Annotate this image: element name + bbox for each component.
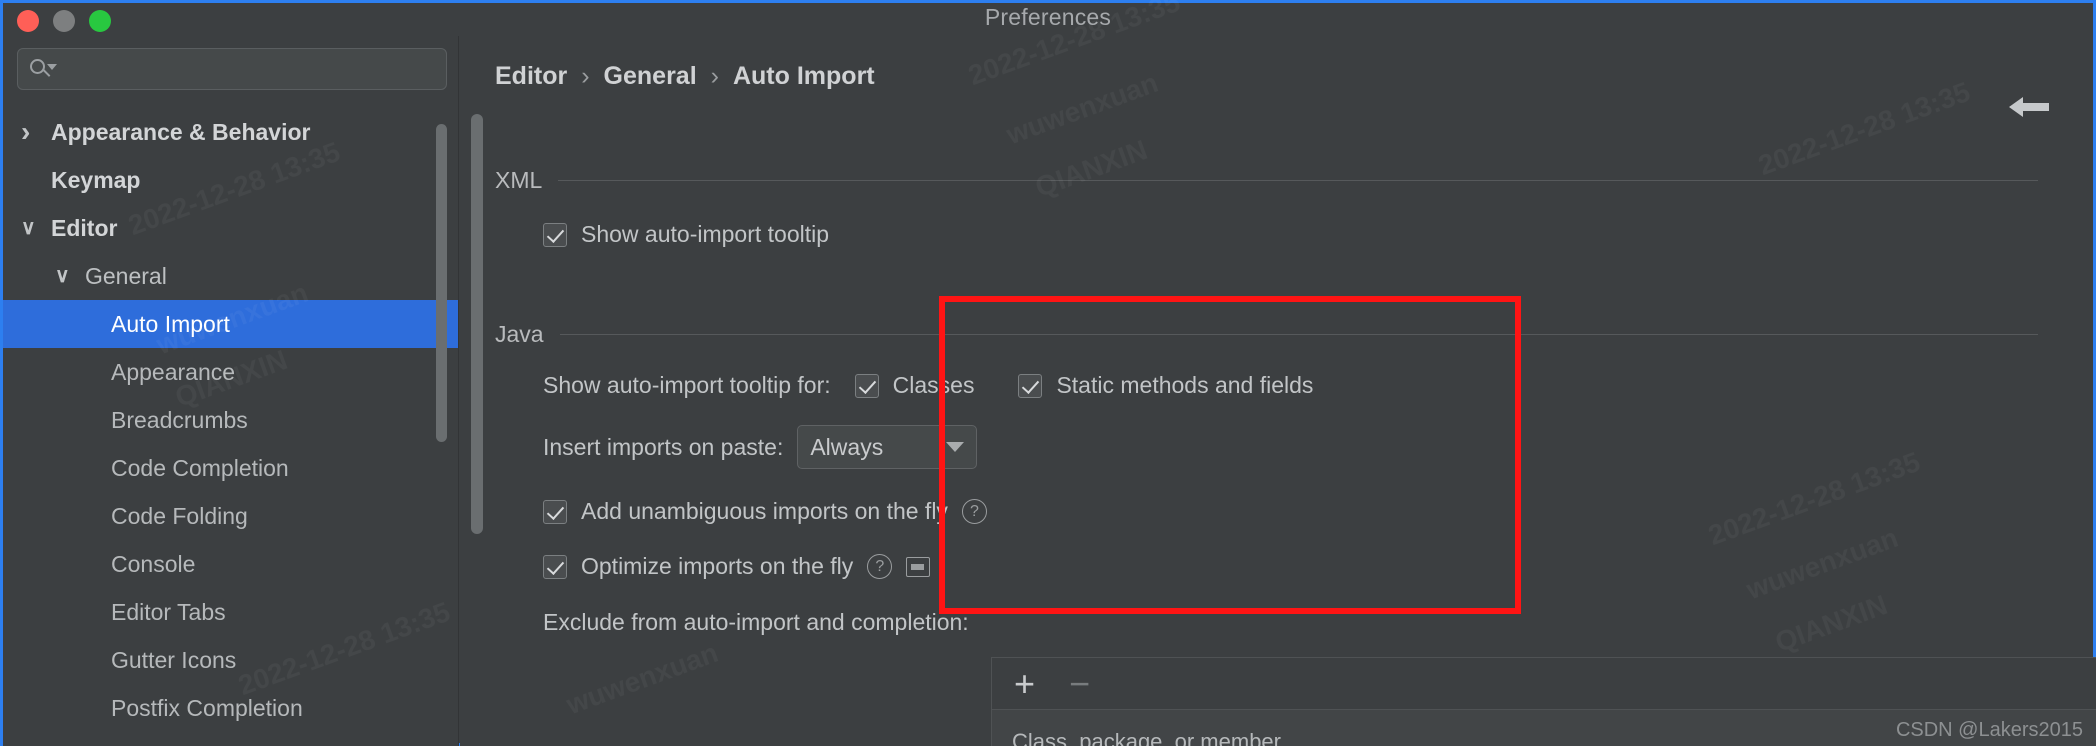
sidebar-item-label: Keymap bbox=[51, 166, 141, 193]
main-scrollbar[interactable] bbox=[471, 114, 483, 534]
exclude-section-title-row: Exclude from auto-import and completion: bbox=[543, 609, 969, 636]
sidebar-item-editor-tabs[interactable]: Editor Tabs bbox=[3, 588, 458, 636]
java-static-methods-checkbox[interactable] bbox=[1018, 373, 1043, 398]
sidebar-item-label: Editor Tabs bbox=[111, 598, 226, 625]
sidebar-item-label: Appearance bbox=[111, 358, 236, 385]
search-icon bbox=[28, 56, 57, 82]
breadcrumb-item-editor[interactable]: Editor bbox=[495, 62, 567, 91]
sidebar-item-gutter-icons[interactable]: Gutter Icons bbox=[3, 636, 458, 684]
section-divider bbox=[558, 180, 2038, 181]
chevron-down-icon[interactable] bbox=[55, 266, 85, 286]
sidebar-item-label: Code Completion bbox=[111, 454, 289, 481]
chevron-down-icon[interactable] bbox=[21, 218, 51, 238]
search-wrapper bbox=[3, 36, 458, 90]
sidebar-item-label: Breadcrumbs bbox=[111, 406, 248, 433]
add-unambiguous-label: Add unambiguous imports on the fly bbox=[581, 498, 948, 524]
sidebar-item-label: Editor bbox=[51, 214, 118, 241]
add-unambiguous-row[interactable]: Add unambiguous imports on the fly ? bbox=[543, 498, 987, 525]
breadcrumb-item-general[interactable]: General bbox=[604, 62, 697, 91]
window-settings-icon[interactable] bbox=[906, 556, 931, 577]
title-bar: Preferences bbox=[3, 3, 2093, 36]
add-unambiguous-checkbox[interactable] bbox=[543, 499, 567, 524]
sidebar-item-label: Appearance & Behavior bbox=[51, 118, 311, 145]
breadcrumb: Editor › General › Auto Import bbox=[495, 62, 875, 91]
optimize-imports-checkbox[interactable] bbox=[543, 554, 567, 579]
xml-show-tooltip-checkbox[interactable] bbox=[543, 222, 567, 247]
java-tooltip-for-row: Show auto-import tooltip for: Classes St… bbox=[543, 372, 1313, 399]
breadcrumb-item-auto-import[interactable]: Auto Import bbox=[733, 62, 875, 91]
settings-sidebar: Appearance & Behavior Keymap Editor General… bbox=[3, 36, 459, 746]
java-static-methods-option[interactable]: Static methods and fields bbox=[1018, 372, 1313, 399]
xml-section-header: XML bbox=[495, 167, 2038, 194]
sidebar-item-label: General bbox=[85, 262, 167, 289]
sidebar-item-auto-import[interactable]: Auto Import bbox=[3, 300, 458, 348]
search-box[interactable] bbox=[17, 48, 447, 90]
optimize-imports-row[interactable]: Optimize imports on the fly ? bbox=[543, 553, 931, 580]
java-classes-option[interactable]: Classes bbox=[854, 372, 975, 399]
sidebar-item-general[interactable]: General bbox=[3, 252, 458, 300]
insert-imports-row: Insert imports on paste: Always bbox=[543, 425, 978, 469]
sidebar-item-label: Gutter Icons bbox=[111, 646, 237, 673]
chevron-down-icon bbox=[946, 442, 965, 452]
xml-show-tooltip-label: Show auto-import tooltip bbox=[581, 221, 830, 247]
sidebar-item-label: Console bbox=[111, 550, 196, 577]
sidebar-item-editor[interactable]: Editor bbox=[3, 204, 458, 252]
sidebar-item-label: Code Folding bbox=[111, 502, 248, 529]
sidebar-item-breadcrumbs[interactable]: Breadcrumbs bbox=[3, 396, 458, 444]
help-icon[interactable]: ? bbox=[867, 554, 893, 579]
java-tooltip-for-label: Show auto-import tooltip for: bbox=[543, 372, 831, 398]
exclude-toolbar: + − bbox=[991, 657, 2096, 709]
add-exclusion-button[interactable]: + bbox=[1014, 665, 1035, 702]
sidebar-item-console[interactable]: Console bbox=[3, 540, 458, 588]
xml-show-tooltip-row[interactable]: Show auto-import tooltip bbox=[543, 221, 829, 248]
search-input[interactable] bbox=[54, 58, 436, 80]
sidebar-scrollbar[interactable] bbox=[436, 124, 447, 442]
java-static-methods-label: Static methods and fields bbox=[1056, 372, 1314, 398]
java-section-header: Java bbox=[495, 321, 2038, 348]
sidebar-item-postfix-completion[interactable]: Postfix Completion bbox=[3, 684, 458, 732]
remove-exclusion-button[interactable]: − bbox=[1069, 665, 1090, 702]
back-arrow-icon[interactable] bbox=[2007, 94, 2051, 120]
settings-tree: Appearance & Behavior Keymap Editor General… bbox=[3, 108, 458, 732]
insert-imports-select[interactable]: Always bbox=[797, 425, 978, 469]
insert-imports-value: Always bbox=[810, 433, 884, 460]
sidebar-item-keymap[interactable]: Keymap bbox=[3, 156, 458, 204]
xml-section-title: XML bbox=[495, 167, 543, 193]
settings-main-panel: Editor › General › Auto Import XML Show … bbox=[460, 36, 2096, 746]
java-classes-label: Classes bbox=[892, 372, 975, 398]
sidebar-item-code-folding[interactable]: Code Folding bbox=[3, 492, 458, 540]
sidebar-item-label: Postfix Completion bbox=[111, 694, 303, 721]
sidebar-item-code-completion[interactable]: Code Completion bbox=[3, 444, 458, 492]
help-icon[interactable]: ? bbox=[961, 499, 987, 524]
breadcrumb-separator-icon: › bbox=[710, 62, 719, 90]
exclude-section-title: Exclude from auto-import and completion: bbox=[543, 609, 969, 635]
optimize-imports-label: Optimize imports on the fly bbox=[581, 553, 854, 579]
breadcrumb-separator-icon: › bbox=[581, 62, 590, 90]
preferences-window: Preferences Appearance & Behavior Keymap E… bbox=[0, 0, 2096, 746]
credit-watermark: CSDN @Lakers2015 bbox=[1895, 719, 2083, 741]
window-title: Preferences bbox=[984, 4, 1112, 30]
chevron-right-icon[interactable] bbox=[21, 118, 51, 146]
section-divider bbox=[559, 334, 2038, 335]
sidebar-item-label: Auto Import bbox=[111, 310, 230, 337]
java-section-title: Java bbox=[495, 321, 544, 347]
sidebar-item-appearance-behavior[interactable]: Appearance & Behavior bbox=[3, 108, 458, 156]
insert-imports-label: Insert imports on paste: bbox=[543, 433, 784, 460]
java-classes-checkbox[interactable] bbox=[854, 373, 879, 398]
sidebar-item-appearance[interactable]: Appearance bbox=[3, 348, 458, 396]
